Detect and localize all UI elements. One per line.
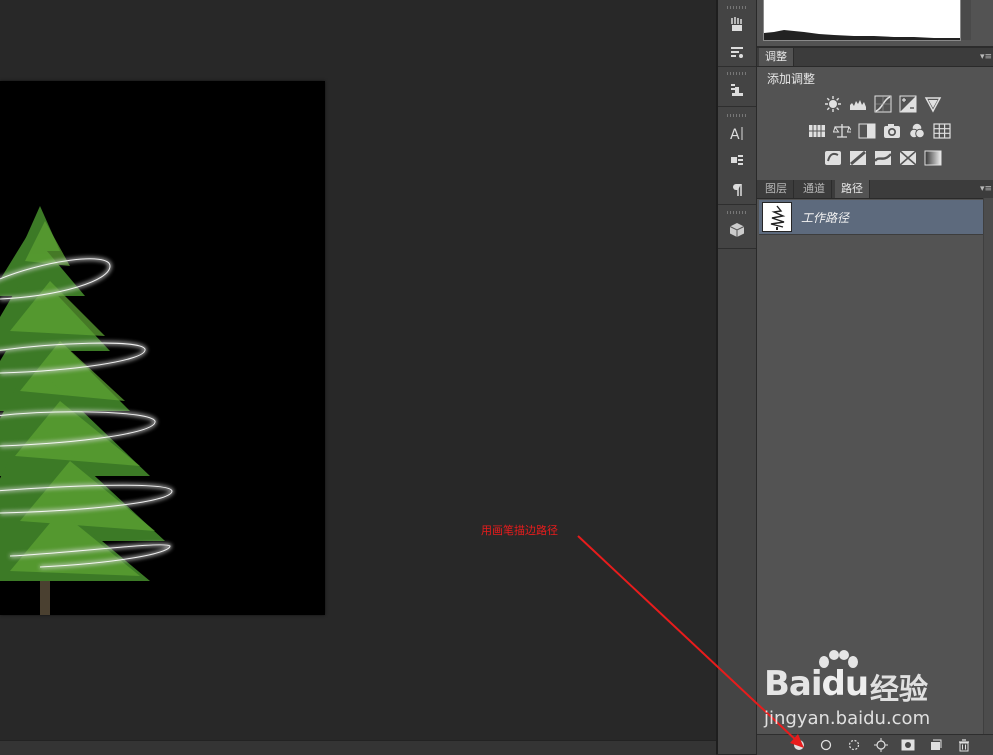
dock-grip[interactable] xyxy=(727,6,747,9)
character-icon[interactable]: A xyxy=(726,123,748,143)
dock-grip[interactable] xyxy=(727,72,747,75)
color-balance-icon[interactable] xyxy=(832,121,852,141)
brush-presets-icon[interactable] xyxy=(726,14,748,34)
selective-color-icon[interactable] xyxy=(898,148,918,168)
path-thumbnail xyxy=(762,202,792,232)
brush-settings-icon[interactable] xyxy=(726,42,748,62)
watermark-logo-left: Bai xyxy=(764,664,823,704)
tab-layers[interactable]: 图层 xyxy=(759,180,794,198)
stroke-path-icon[interactable] xyxy=(818,737,834,753)
watermark-jingyan: 经验 xyxy=(870,672,929,706)
tab-channels[interactable]: 通道 xyxy=(797,180,832,198)
gradient-map-icon[interactable] xyxy=(923,148,943,168)
path-list-item[interactable]: 工作路径 xyxy=(759,200,983,235)
dock-grip[interactable] xyxy=(727,114,747,117)
3d-panel-icon[interactable] xyxy=(726,220,748,240)
adjustments-panel: 调整 ▾≡ 添加调整 xyxy=(757,48,993,176)
annotation-label: 用画笔描边路径 xyxy=(481,524,558,537)
exposure-icon[interactable] xyxy=(898,94,918,114)
paths-footer-bar xyxy=(757,734,993,755)
baidu-watermark: Baidu 经验 jingyan.baidu.com xyxy=(764,650,993,732)
panel-menu-icon[interactable]: ▾≡ xyxy=(979,48,993,66)
invert-icon[interactable] xyxy=(823,148,843,168)
histogram-chart xyxy=(763,0,961,41)
tab-adjustments[interactable]: 调整 xyxy=(759,48,794,66)
document-canvas[interactable] xyxy=(0,81,325,615)
new-path-icon[interactable] xyxy=(928,737,944,753)
brightness-contrast-icon[interactable] xyxy=(823,94,843,114)
color-lookup-icon[interactable] xyxy=(932,121,952,141)
channel-mixer-icon[interactable] xyxy=(907,121,927,141)
collapsed-panel-dock: A xyxy=(718,0,757,754)
watermark-url: jingyan.baidu.com xyxy=(764,708,931,729)
paragraph-icon[interactable] xyxy=(726,180,748,200)
clone-source-icon[interactable] xyxy=(726,80,748,100)
photo-filter-icon[interactable] xyxy=(882,121,902,141)
path-name: 工作路径 xyxy=(801,211,850,225)
make-work-path-icon[interactable] xyxy=(873,737,889,753)
paw-icon xyxy=(819,650,858,668)
right-panel-column: 调整 ▾≡ 添加调整 图层 通道 路径 ▾≡ 工作路径 xyxy=(757,0,993,755)
vibrance-icon[interactable] xyxy=(923,94,943,114)
tree-artwork-image xyxy=(0,206,174,615)
dock-grip[interactable] xyxy=(727,211,747,214)
fill-path-icon[interactable] xyxy=(791,737,807,753)
adjustments-title: 添加调整 xyxy=(767,72,816,86)
load-selection-icon[interactable] xyxy=(846,737,862,753)
delete-path-icon[interactable] xyxy=(956,737,972,753)
curves-icon[interactable] xyxy=(873,94,893,114)
character-styles-icon[interactable] xyxy=(726,150,748,170)
threshold-icon[interactable] xyxy=(873,148,893,168)
paths-tabbar: 图层 通道 路径 ▾≡ xyxy=(757,180,993,199)
horizontal-scrollbar[interactable] xyxy=(0,740,716,755)
add-mask-icon[interactable] xyxy=(900,737,916,753)
levels-icon[interactable] xyxy=(848,94,868,114)
adjustments-tabbar: 调整 ▾≡ xyxy=(757,48,993,67)
hue-saturation-icon[interactable] xyxy=(807,121,827,141)
black-white-icon[interactable] xyxy=(857,121,877,141)
histogram-panel xyxy=(757,0,993,48)
document-workspace[interactable] xyxy=(0,0,716,755)
svg-text:A: A xyxy=(730,127,740,141)
panel-menu-icon[interactable]: ▾≡ xyxy=(979,180,993,198)
tab-paths[interactable]: 路径 xyxy=(835,180,870,198)
posterize-icon[interactable] xyxy=(848,148,868,168)
